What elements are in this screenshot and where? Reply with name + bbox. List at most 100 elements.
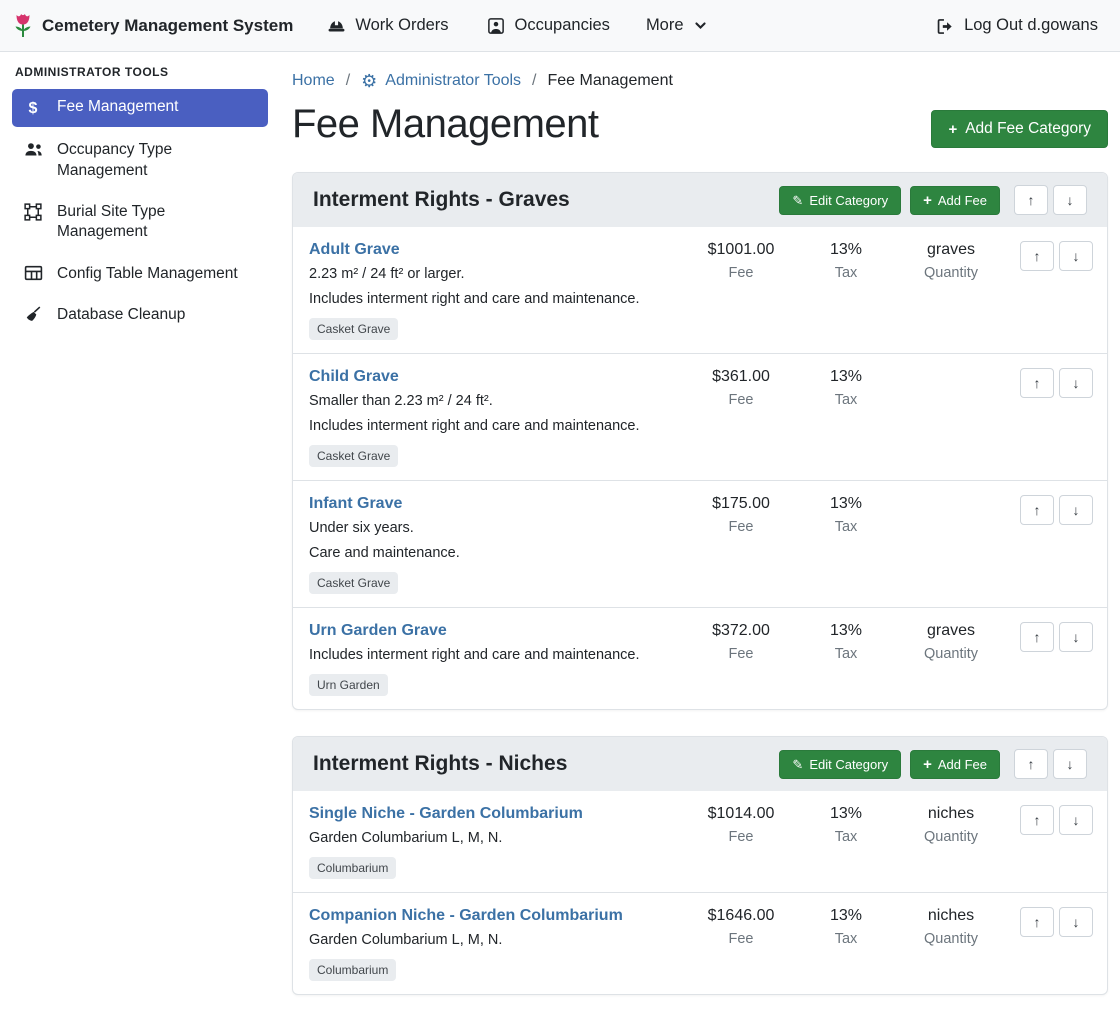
fee-amount-value: $1014.00: [686, 805, 796, 823]
move-fee-up-button[interactable]: ↑: [1020, 907, 1054, 937]
edit-category-button[interactable]: ✎ Edit Category: [779, 186, 901, 215]
move-category-up-button[interactable]: ↑: [1014, 185, 1048, 215]
fee-amount-value: $1646.00: [686, 907, 796, 925]
breadcrumb-admin-tools-link[interactable]: ⚙ Administrator Tools: [361, 72, 521, 90]
move-fee-down-button[interactable]: ↓: [1059, 495, 1093, 525]
fee-description: Includes interment right and care and ma…: [309, 647, 680, 663]
fee-info: Adult Grave 2.23 m² / 24 ft² or larger. …: [309, 241, 686, 340]
edit-category-button[interactable]: ✎ Edit Category: [779, 750, 901, 779]
quantity-unit: graves: [896, 241, 1006, 259]
move-category-down-button[interactable]: ↓: [1053, 185, 1087, 215]
nav-work-orders-label: Work Orders: [355, 16, 448, 35]
fee-amount-column: $175.00 Fee: [686, 495, 796, 535]
sidebar-item-label: Occupancy Type Management: [57, 140, 258, 181]
nav-work-orders[interactable]: Work Orders: [325, 16, 448, 35]
move-fee-down-button[interactable]: ↓: [1059, 368, 1093, 398]
breadcrumb-home-link[interactable]: Home: [292, 72, 335, 90]
sidebar-item-label: Config Table Management: [57, 264, 238, 284]
move-fee-up-button[interactable]: ↑: [1020, 495, 1054, 525]
logout-label: Log Out d.gowans: [964, 16, 1098, 35]
sidebar-item-config-table-management[interactable]: Config Table Management: [12, 256, 268, 292]
move-fee-down-button[interactable]: ↓: [1059, 241, 1093, 271]
broom-icon: [22, 306, 44, 324]
move-category-down-button[interactable]: ↓: [1053, 749, 1087, 779]
breadcrumb-separator: /: [532, 72, 536, 90]
nav-more[interactable]: More: [646, 16, 707, 35]
fee-type-badge: Casket Grave: [309, 572, 398, 594]
fee-name-link[interactable]: Companion Niche - Garden Columbarium: [309, 907, 623, 925]
fee-name-link[interactable]: Urn Garden Grave: [309, 622, 447, 640]
tax-label: Tax: [796, 392, 896, 408]
dollar-icon: $: [22, 98, 44, 119]
fee-type-badge: Columbarium: [309, 857, 396, 879]
quantity-column: niches Quantity: [896, 907, 1006, 947]
fee-row: Urn Garden Grave Includes interment righ…: [293, 608, 1107, 709]
nav-occupancies[interactable]: Occupancies: [485, 16, 610, 35]
tax-label: Tax: [796, 931, 896, 947]
fee-reorder-controls: ↑ ↓: [1020, 241, 1093, 271]
fee-amount-column: $1001.00 Fee: [686, 241, 796, 281]
edit-category-label: Edit Category: [809, 193, 888, 208]
quantity-label: Quantity: [896, 829, 1006, 845]
fee-name-link[interactable]: Single Niche - Garden Columbarium: [309, 805, 583, 823]
sidebar-item-occupancy-type-management[interactable]: Occupancy Type Management: [12, 132, 268, 189]
quantity-unit: niches: [896, 907, 1006, 925]
tax-label: Tax: [796, 646, 896, 662]
tax-label: Tax: [796, 265, 896, 281]
add-fee-button[interactable]: + Add Fee: [910, 750, 1000, 779]
fee-info: Companion Niche - Garden Columbarium Gar…: [309, 907, 686, 981]
arrow-down-icon: ↓: [1067, 192, 1074, 208]
arrow-up-icon: ↑: [1034, 375, 1041, 391]
fee-amount-column: $372.00 Fee: [686, 622, 796, 662]
move-fee-down-button[interactable]: ↓: [1059, 805, 1093, 835]
sidebar-heading: ADMINISTRATOR TOOLS: [15, 65, 265, 79]
category-title: Interment Rights - Niches: [313, 752, 770, 776]
arrow-down-icon: ↓: [1073, 812, 1080, 828]
tax-label: Tax: [796, 519, 896, 535]
fee-name-link[interactable]: Adult Grave: [309, 241, 400, 259]
app-title: Cemetery Management System: [42, 16, 293, 36]
add-fee-category-button[interactable]: + Add Fee Category: [931, 110, 1108, 148]
fee-row: Companion Niche - Garden Columbarium Gar…: [293, 893, 1107, 994]
sidebar-item-label: Burial Site Type Management: [57, 202, 258, 243]
fee-info: Urn Garden Grave Includes interment righ…: [309, 622, 686, 696]
tulip-logo-icon: [12, 13, 34, 39]
add-fee-button[interactable]: + Add Fee: [910, 186, 1000, 215]
sidebar-item-burial-site-type-management[interactable]: Burial Site Type Management: [12, 194, 268, 251]
vector-square-icon: [22, 203, 44, 221]
tax-value: 13%: [796, 805, 896, 823]
fee-description: 2.23 m² / 24 ft² or larger.: [309, 266, 680, 282]
tax-column: 13% Tax: [796, 241, 896, 281]
fee-type-badge: Columbarium: [309, 959, 396, 981]
fee-amount-value: $1001.00: [686, 241, 796, 259]
move-fee-up-button[interactable]: ↑: [1020, 622, 1054, 652]
arrow-down-icon: ↓: [1073, 629, 1080, 645]
sidebar-item-fee-management[interactable]: $ Fee Management: [12, 89, 268, 127]
quantity-column: graves Quantity: [896, 241, 1006, 281]
breadcrumb: Home / ⚙ Administrator Tools / Fee Manag…: [292, 72, 1108, 90]
fee-type-badge: Casket Grave: [309, 445, 398, 467]
move-fee-up-button[interactable]: ↑: [1020, 805, 1054, 835]
tax-column: 13% Tax: [796, 368, 896, 408]
app-brand-link[interactable]: Cemetery Management System: [12, 12, 293, 39]
tax-value: 13%: [796, 368, 896, 386]
fee-amount-label: Fee: [686, 646, 796, 662]
fee-name-link[interactable]: Child Grave: [309, 368, 399, 386]
move-fee-up-button[interactable]: ↑: [1020, 241, 1054, 271]
fee-amount-column: $1014.00 Fee: [686, 805, 796, 845]
arrow-up-icon: ↑: [1034, 502, 1041, 518]
fee-row: Infant Grave Under six years. Care and m…: [293, 481, 1107, 608]
quantity-label: Quantity: [896, 265, 1006, 281]
sidebar-item-database-cleanup[interactable]: Database Cleanup: [12, 297, 268, 333]
move-category-up-button[interactable]: ↑: [1014, 749, 1048, 779]
move-fee-down-button[interactable]: ↓: [1059, 907, 1093, 937]
category-title: Interment Rights - Graves: [313, 188, 770, 212]
move-fee-up-button[interactable]: ↑: [1020, 368, 1054, 398]
move-fee-down-button[interactable]: ↓: [1059, 622, 1093, 652]
quantity-unit: niches: [896, 805, 1006, 823]
fee-row: Child Grave Smaller than 2.23 m² / 24 ft…: [293, 354, 1107, 481]
arrow-down-icon: ↓: [1073, 502, 1080, 518]
logout-link[interactable]: Log Out d.gowans: [934, 16, 1098, 35]
fee-name-link[interactable]: Infant Grave: [309, 495, 402, 513]
fee-description: Includes interment right and care and ma…: [309, 418, 680, 434]
